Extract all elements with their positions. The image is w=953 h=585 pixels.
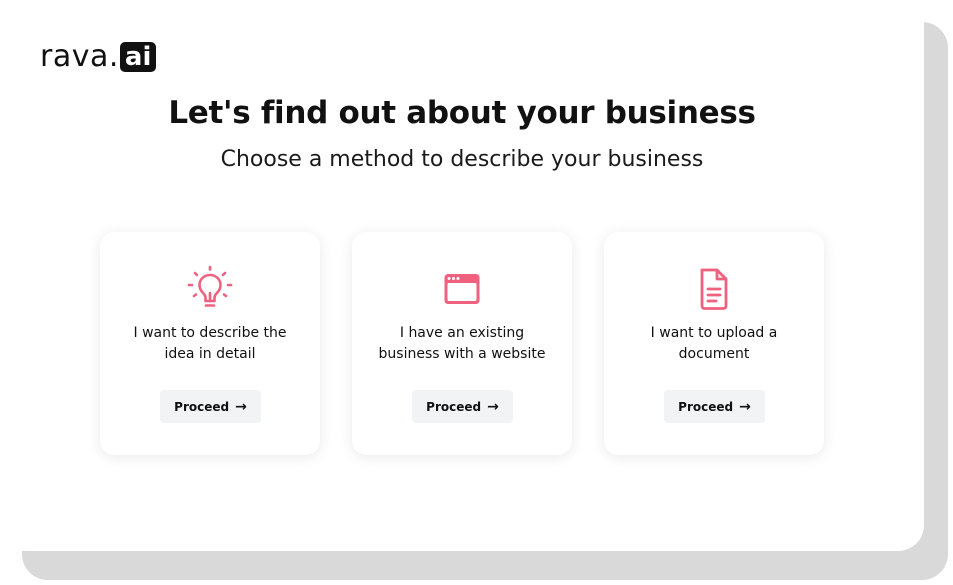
browser-window-icon	[444, 274, 480, 304]
page-subtitle: Choose a method to describe your busines…	[220, 147, 704, 172]
arrow-right-icon: →	[487, 398, 499, 415]
proceed-button-label: Proceed	[426, 399, 482, 414]
proceed-button-label: Proceed	[174, 399, 230, 414]
logo: rava. ai	[40, 39, 157, 74]
proceed-button[interactable]: Proceed →	[160, 390, 261, 423]
proceed-button[interactable]: Proceed →	[664, 390, 765, 423]
proceed-button[interactable]: Proceed →	[412, 390, 513, 423]
proceed-button-label: Proceed	[678, 399, 734, 414]
page-title: Let's find out about your business	[168, 95, 756, 131]
document-icon	[700, 268, 728, 310]
lightbulb-icon	[187, 265, 233, 307]
card-description-line: document	[678, 346, 750, 362]
card-description: I have an existing business with a websi…	[364, 323, 560, 365]
card-description: I want to upload a document	[616, 323, 812, 365]
card-description-line: business with a website	[378, 346, 546, 362]
card-description-line: I have an existing	[399, 325, 525, 341]
logo-text: rava.	[40, 39, 119, 74]
logo-badge: ai	[119, 41, 157, 72]
main-panel: rava. ai Let's find out about your busin…	[0, 0, 924, 551]
card-description: I want to describe the idea in detail	[112, 323, 308, 365]
arrow-right-icon: →	[235, 398, 247, 415]
card-description-line: idea in detail	[164, 346, 256, 362]
option-card-website[interactable]: I have an existing business with a websi…	[352, 232, 572, 455]
arrow-right-icon: →	[739, 398, 751, 415]
option-card-upload-document[interactable]: I want to upload a document Proceed →	[604, 232, 824, 455]
card-description-line: I want to describe the	[133, 325, 287, 341]
card-description-line: I want to upload a	[650, 325, 778, 341]
option-card-describe-idea[interactable]: I want to describe the idea in detail Pr…	[100, 232, 320, 455]
